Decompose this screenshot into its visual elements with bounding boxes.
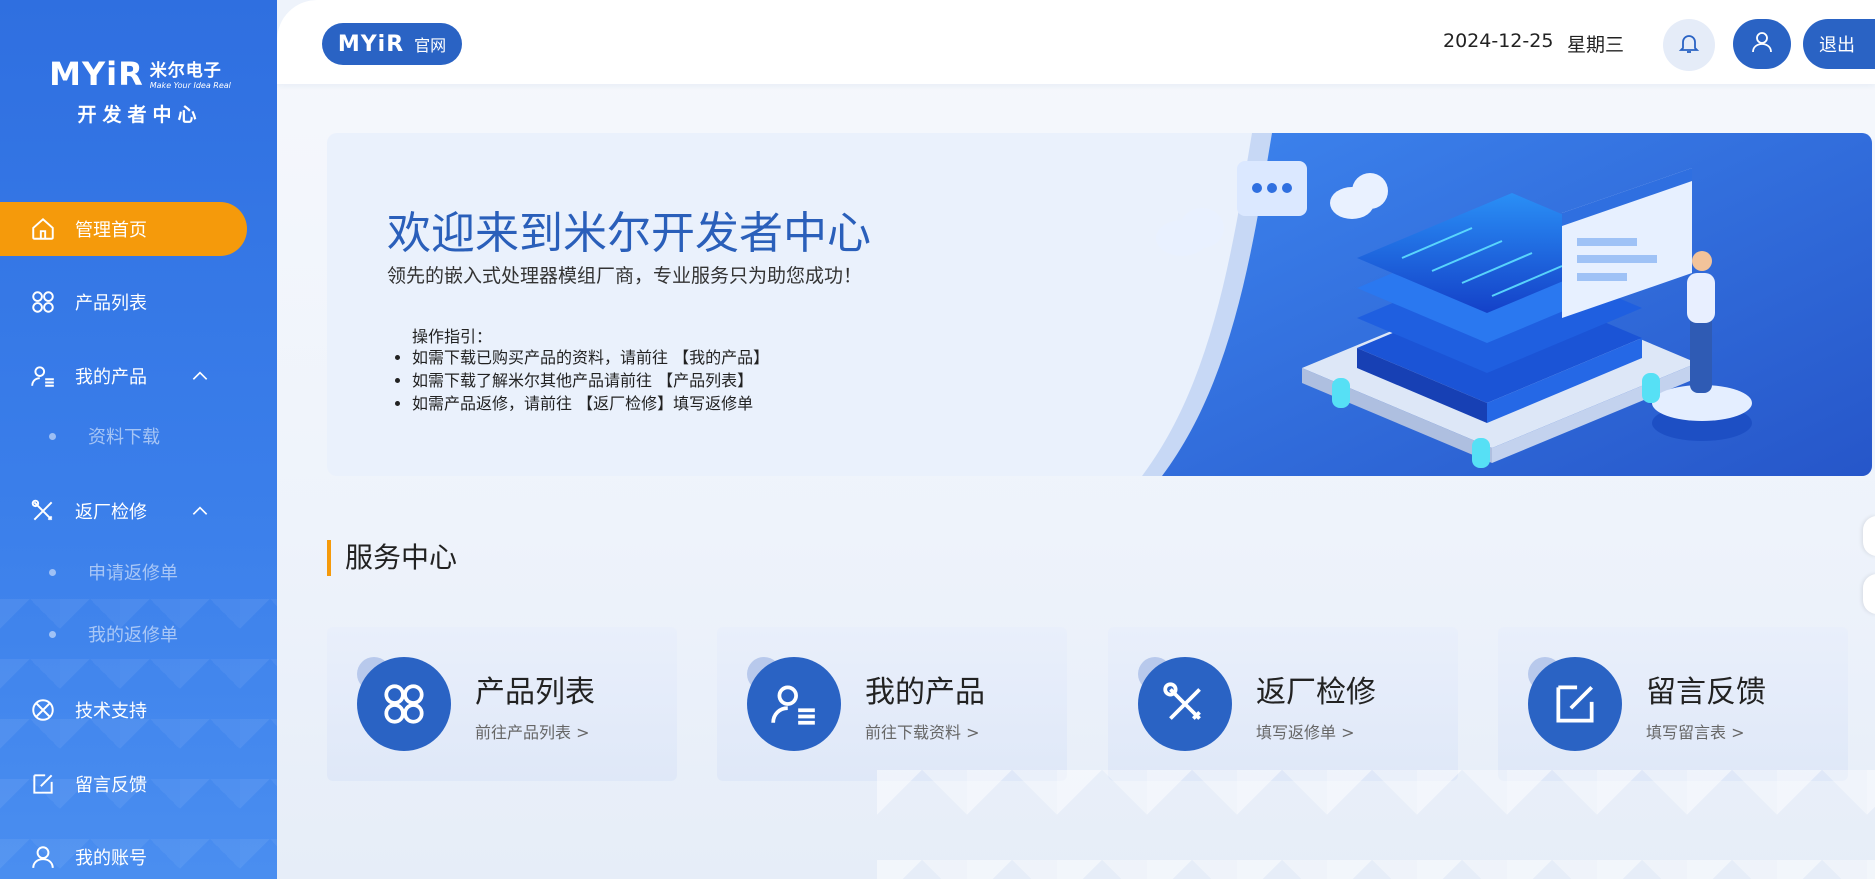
home-icon <box>29 215 57 243</box>
sidebar-item-home[interactable]: 管理首页 <box>0 202 247 256</box>
logo-brand: MYiR <box>49 55 144 93</box>
card-title: 留言反馈 <box>1646 675 1766 710</box>
tools-icon <box>1138 657 1232 751</box>
sidebar-item-label: 我的产品 <box>75 367 147 388</box>
sidebar-item-account[interactable]: 我的账号 <box>0 830 247 879</box>
card-link[interactable]: 填写留言表 > <box>1646 719 1745 743</box>
guide-item: 如需产品返修，请前往 【返厂检修】填写返修单 <box>412 392 769 415</box>
guide-title: 操作指引： <box>412 327 493 346</box>
current-weekday: 星期三 <box>1567 34 1625 56</box>
service-cards: 产品列表 前往产品列表 > 我的产品 前往下载资料 > 返厂检修 填写返修单 > <box>327 627 1875 781</box>
guide-item: 如需下载已购买产品的资料，请前往 【我的产品】 <box>412 346 769 369</box>
card-title: 产品列表 <box>475 675 595 710</box>
sidebar-subitem-downloads[interactable]: 资料下载 <box>0 416 247 456</box>
banner-title: 欢迎来到米尔开发者中心 <box>387 208 871 259</box>
sidebar-item-label: 管理首页 <box>75 220 147 241</box>
grid-icon <box>29 288 57 316</box>
user-icon <box>29 843 57 871</box>
bullet-dot <box>49 568 56 576</box>
sidebar-subitem-label: 申请返修单 <box>88 563 178 584</box>
top-bar: MYiR 官网 2024-12-25 星期三 退出 <box>277 0 1875 84</box>
bullet-dot <box>49 630 56 638</box>
chevron-up-icon[interactable] <box>190 366 210 391</box>
card-title: 我的产品 <box>865 675 985 710</box>
sidebar-subitem-label: 我的返修单 <box>88 625 178 646</box>
sidebar-item-label: 产品列表 <box>75 293 147 314</box>
background-decoration <box>877 770 1875 879</box>
card-link[interactable]: 前往产品列表 > <box>475 719 590 743</box>
bullet-dot <box>49 432 56 440</box>
card-title: 返厂检修 <box>1256 675 1376 710</box>
edit-icon <box>1528 657 1622 751</box>
logo-slogan: Make Your Idea Real <box>149 81 231 90</box>
logo-cn-name: 米尔电子 <box>149 61 222 81</box>
sidebar-subitem-apply-repair[interactable]: 申请返修单 <box>0 552 247 592</box>
user-profile-button[interactable] <box>1733 19 1791 69</box>
sidebar-item-label: 返厂检修 <box>75 502 147 523</box>
sidebar-item-product-list[interactable]: 产品列表 <box>0 275 247 329</box>
user-list-icon <box>29 362 57 390</box>
user-list-icon <box>747 657 841 751</box>
sidebar-subitem-label: 资料下载 <box>88 427 160 448</box>
sidebar-item-repair[interactable]: 返厂检修 <box>0 484 247 538</box>
service-card-repair[interactable]: 返厂检修 填写返修单 > <box>1108 627 1458 781</box>
bell-icon <box>1677 31 1701 59</box>
side-float-tab[interactable] <box>1863 574 1875 614</box>
banner-subtitle: 领先的嵌入式处理器模组厂商，专业服务只为助您成功！ <box>387 265 863 287</box>
side-float-tab[interactable] <box>1863 516 1875 556</box>
sidebar-item-label: 我的账号 <box>75 848 147 869</box>
main-content: MYiR 官网 2024-12-25 星期三 退出 欢迎来到米尔开发者中心 领先… <box>277 0 1875 879</box>
welcome-banner: 欢迎来到米尔开发者中心 领先的嵌入式处理器模组厂商，专业服务只为助您成功！ 操作… <box>327 133 1872 476</box>
logo-row: MYiR 米尔电子 Make Your Idea Real <box>40 58 240 90</box>
sidebar-item-support[interactable]: 技术支持 <box>0 683 247 737</box>
guide-item: 如需下载了解米尔其他产品请前往 【产品列表】 <box>412 369 769 392</box>
card-link[interactable]: 前往下载资料 > <box>865 719 980 743</box>
edit-icon <box>29 770 57 798</box>
card-link[interactable]: 填写返修单 > <box>1256 719 1355 743</box>
site-label: 官网 <box>414 36 447 55</box>
service-card-my-products[interactable]: 我的产品 前往下载资料 > <box>717 627 1067 781</box>
user-icon <box>1750 30 1774 58</box>
sidebar: MYiR 米尔电子 Make Your Idea Real 开发者中心 管理首页… <box>0 0 277 879</box>
notification-button[interactable] <box>1663 19 1715 71</box>
tools-icon <box>29 497 57 525</box>
support-icon <box>29 696 57 724</box>
sidebar-item-my-products[interactable]: 我的产品 <box>0 349 247 403</box>
chevron-up-icon[interactable] <box>190 501 210 526</box>
sidebar-item-label: 留言反馈 <box>75 775 147 796</box>
service-card-feedback[interactable]: 留言反馈 填写留言表 > <box>1498 627 1848 781</box>
logo-subtitle: 开发者中心 <box>77 104 203 126</box>
current-date: 2024-12-25 <box>1443 30 1554 52</box>
sidebar-item-feedback[interactable]: 留言反馈 <box>0 757 247 811</box>
app-frame: MYiR 米尔电子 Make Your Idea Real 开发者中心 管理首页… <box>0 0 1875 879</box>
service-center-title: 服务中心 <box>327 540 457 576</box>
banner-illustration <box>1142 133 1872 476</box>
site-brand: MYiR <box>337 31 405 57</box>
logo[interactable]: MYiR 米尔电子 Make Your Idea Real 开发者中心 <box>40 58 240 127</box>
logout-button[interactable]: 退出 <box>1803 19 1875 69</box>
sidebar-subitem-my-repairs[interactable]: 我的返修单 <box>0 614 247 654</box>
service-card-product-list[interactable]: 产品列表 前往产品列表 > <box>327 627 677 781</box>
sidebar-item-label: 技术支持 <box>75 701 147 722</box>
grid-icon <box>357 657 451 751</box>
guide-list: 如需下载已购买产品的资料，请前往 【我的产品】 如需下载了解米尔其他产品请前往 … <box>392 346 769 415</box>
logo-cn: 米尔电子 Make Your Idea Real <box>150 63 231 90</box>
official-site-button[interactable]: MYiR 官网 <box>322 23 462 65</box>
